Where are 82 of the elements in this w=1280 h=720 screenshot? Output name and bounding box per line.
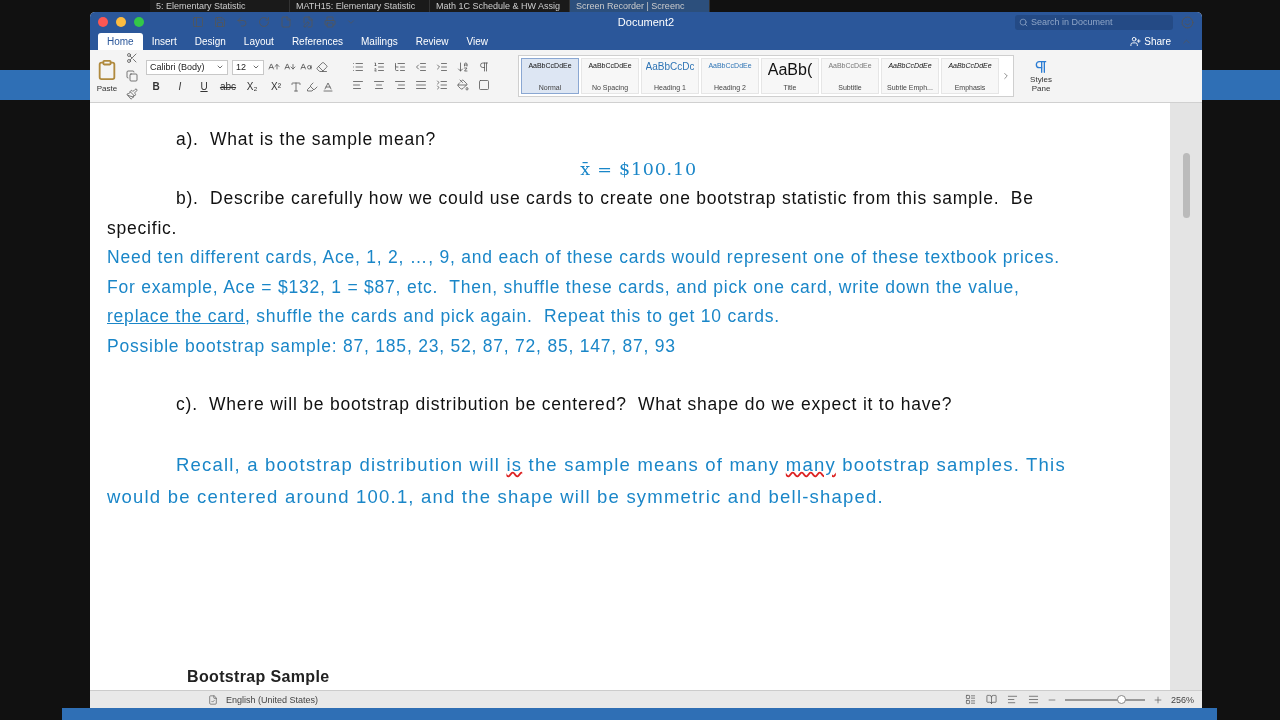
zoom-slider-thumb[interactable] (1116, 694, 1126, 704)
pilcrow-icon[interactable] (478, 61, 490, 73)
decrease-indent-icon[interactable] (415, 61, 427, 73)
zoom-percent: 256% (1170, 694, 1194, 705)
format-button[interactable]: X² (266, 81, 286, 92)
paste-button[interactable]: Paste (96, 59, 118, 93)
scrollbar-thumb[interactable] (1182, 153, 1190, 218)
increase-indent-icon[interactable] (436, 61, 448, 73)
text-line: Recall, a bootstrap distribution will is the sample means of many many bootstrap samples. This (176, 453, 1066, 476)
ribbon-tab[interactable]: View (457, 33, 497, 50)
format-button[interactable]: B (146, 81, 166, 92)
ribbon-tab[interactable]: Insert (142, 33, 186, 50)
ribbon-tab[interactable]: Design (185, 33, 235, 50)
window-title: Document2 (617, 16, 675, 28)
zoom-in-icon[interactable] (1152, 694, 1163, 705)
close-button[interactable] (98, 17, 108, 27)
heading-text: Bootstrap Sample (186, 668, 331, 686)
text-line: For example, Ace = $132, 1 = $87, etc. Then, shuffle these cards, and pick one card, write down the value, (107, 276, 1020, 298)
draft-view-icon[interactable] (1027, 694, 1039, 705)
clear-formatting-icon[interactable] (316, 61, 328, 73)
sort-icon[interactable] (457, 61, 469, 73)
text-line: specific. (107, 217, 178, 239)
align-center-icon[interactable] (373, 79, 385, 91)
scissors-icon[interactable] (126, 52, 138, 64)
styles-pane-button[interactable]: Styles Pane (1022, 59, 1060, 93)
clipboard-icon (96, 59, 118, 81)
format-button[interactable]: U (194, 81, 214, 92)
highlighter-icon[interactable] (306, 80, 318, 93)
ribbon-tab[interactable]: References (282, 33, 352, 50)
font-size-field[interactable]: 12 (232, 59, 264, 75)
copy-icon[interactable] (126, 70, 138, 82)
formula-text: x̄ = $100.10 (580, 159, 697, 180)
dropdown-caret-icon (216, 63, 224, 71)
grow-font-icon[interactable] (268, 61, 280, 73)
chevron-right-icon[interactable] (1001, 71, 1011, 81)
text-line: Possible bootstrap sample: 87, 185, 23, 52, 87, 72, 85, 147, 87, 93 (107, 335, 676, 357)
text-line: replace the card, shuffle the cards and pick again. Repeat this to get 10 cards. (107, 306, 780, 328)
borders-icon[interactable] (478, 79, 490, 91)
text-effects-icon[interactable] (290, 80, 302, 93)
language-label[interactable]: English (United States) (226, 694, 319, 705)
line-spacing-icon[interactable] (436, 79, 448, 91)
outline-view-icon[interactable] (1006, 694, 1018, 705)
numbering-icon[interactable] (373, 61, 385, 73)
ribbon-tab[interactable]: Home (98, 33, 143, 50)
print-layout-icon[interactable] (964, 694, 976, 705)
multilevel-list-icon[interactable] (394, 61, 406, 73)
pilcrow-icon (1033, 59, 1049, 75)
ribbon-tab[interactable]: Review (406, 33, 458, 50)
search-icon (1019, 17, 1028, 27)
text-line: would be centered around 100.1, and the shape will be symmetric and bell-shaped. (107, 485, 884, 508)
format-button[interactable]: X₂ (242, 81, 262, 92)
browser-tab[interactable]: MATH15: Elementary Statistic (290, 0, 430, 12)
maximize-button[interactable] (134, 17, 144, 27)
browser-tab[interactable]: 5: Elementary Statistic (150, 0, 290, 12)
text-line: Need ten different cards, Ace, 1, 2, …, 9, and each of these cards would represent one of these textbook prices. (107, 247, 1060, 269)
font-color-icon[interactable] (322, 80, 334, 93)
bullets-icon[interactable] (352, 61, 364, 73)
justify-icon[interactable] (415, 79, 427, 91)
zoom-slider[interactable] (1064, 698, 1145, 701)
ribbon-tab[interactable]: Layout (234, 33, 283, 50)
format-painter-icon[interactable] (126, 88, 138, 100)
align-right-icon[interactable] (394, 79, 406, 91)
dropdown-caret-icon (252, 63, 260, 71)
shading-icon[interactable] (457, 79, 469, 91)
share-button[interactable]: Share (1130, 35, 1171, 47)
shrink-font-icon[interactable] (284, 61, 296, 73)
read-mode-icon[interactable] (985, 694, 997, 705)
font-name-field[interactable]: Calibri (Body) (146, 59, 228, 75)
search-field[interactable]: Search in Document (1015, 14, 1173, 30)
minimize-button[interactable] (116, 17, 126, 27)
browser-tab[interactable]: Screen Recorder | Screenc (570, 0, 710, 12)
align-left-icon[interactable] (352, 79, 364, 91)
browser-tab[interactable]: Math 1C Schedule & HW Assig (430, 0, 570, 12)
text-line: a). What is the sample mean? (176, 129, 436, 151)
format-button[interactable]: abc (218, 81, 238, 92)
text-line: b). Describe carefully how we could use cards to create one bootstrap statistic from this sample. Be (176, 188, 1034, 210)
add-person-icon (1130, 35, 1142, 47)
format-button[interactable]: I (170, 81, 190, 92)
change-case-icon[interactable] (300, 61, 312, 73)
ribbon-tab[interactable]: Mailings (352, 33, 407, 50)
proofing-icon (208, 694, 218, 705)
text-line: c). Where will be bootstrap distribution be centered? What shape do we expect it to have? (176, 394, 953, 416)
